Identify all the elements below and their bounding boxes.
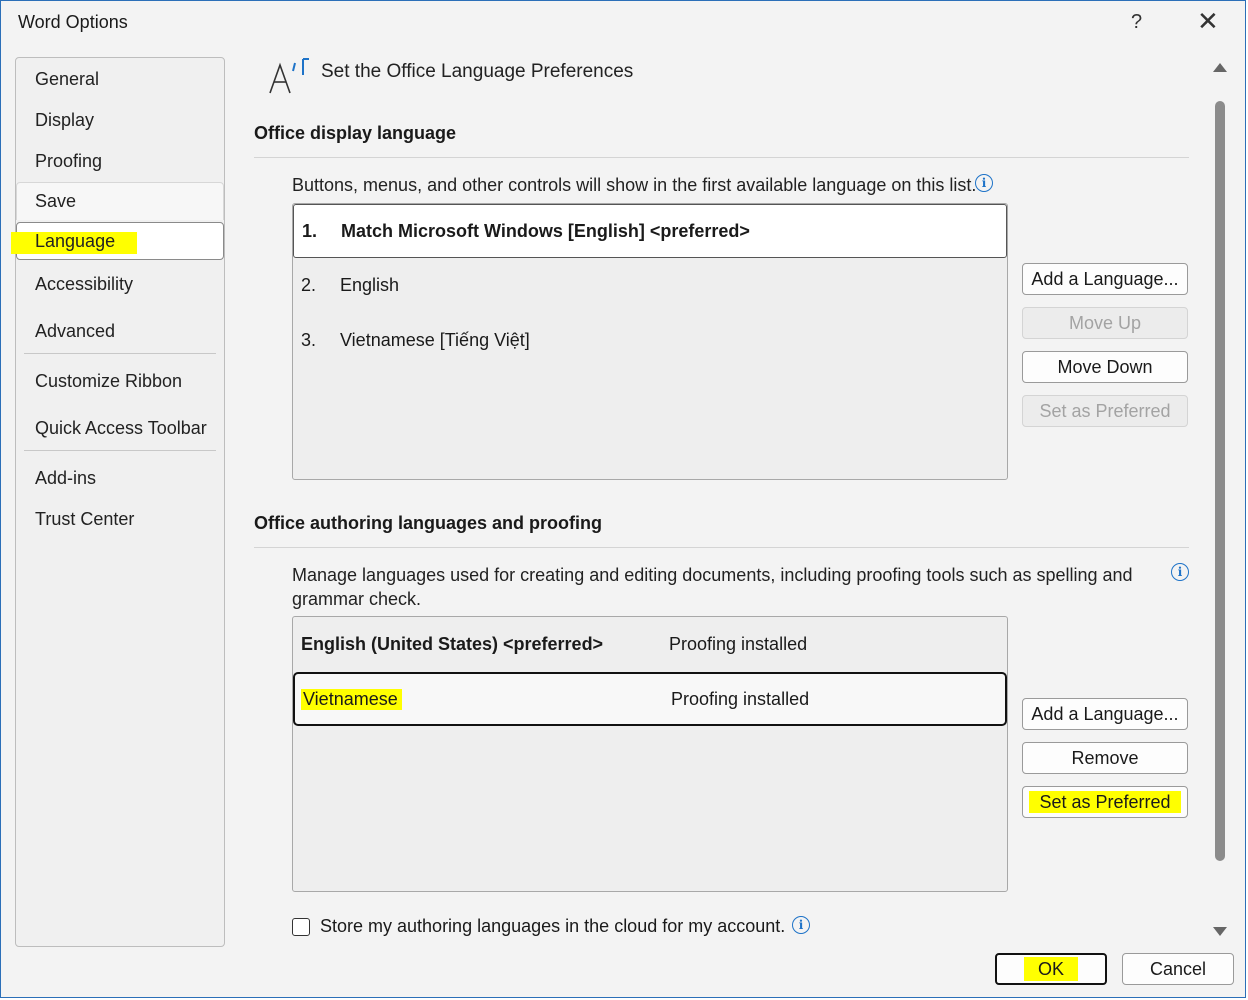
- set-authoring-preferred-button[interactable]: Set as Preferred: [1022, 786, 1188, 818]
- list-item-number: 3.: [301, 330, 317, 350]
- add-display-language-button[interactable]: Add a Language...: [1022, 263, 1188, 295]
- authoring-language-heading: Office authoring languages and proofing: [254, 513, 603, 533]
- sidebar-item-add-ins[interactable]: Add-ins: [17, 459, 223, 497]
- info-icon[interactable]: i: [975, 174, 993, 192]
- sidebar-item-label: General: [35, 69, 100, 89]
- sidebar-item-label: Display: [35, 110, 95, 130]
- scroll-thumb[interactable]: [1215, 101, 1225, 861]
- info-icon[interactable]: i: [1171, 563, 1189, 581]
- sidebar-item-label: Trust Center: [35, 509, 135, 529]
- sidebar-item-quick-access-toolbar[interactable]: Quick Access Toolbar: [17, 409, 223, 447]
- list-item[interactable]: 2. English: [293, 259, 1007, 313]
- sidebar-item-display[interactable]: Display: [17, 101, 223, 139]
- sidebar-divider: [24, 353, 216, 354]
- display-language-description: Buttons, menus, and other controls will …: [292, 175, 977, 195]
- sidebar-item-save[interactable]: Save: [16, 182, 224, 220]
- sidebar-item-customize-ribbon[interactable]: Customize Ribbon: [17, 362, 223, 400]
- sidebar-item-trust-center[interactable]: Trust Center: [17, 500, 223, 538]
- list-item-label: Vietnamese [Tiếng Việt]: [340, 330, 530, 350]
- list-item-number: 2.: [301, 275, 317, 295]
- sidebar-item-label: Save: [35, 191, 77, 211]
- list-item-label: Match Microsoft Windows [English] <prefe…: [341, 221, 750, 241]
- cloud-store-label: Store my authoring languages in the clou…: [320, 916, 786, 936]
- list-item[interactable]: Vietnamese Proofing installed: [293, 672, 1007, 726]
- sidebar-divider: [24, 450, 216, 451]
- sidebar-item-label: Proofing: [35, 151, 103, 171]
- close-button[interactable]: ✕: [1197, 7, 1219, 35]
- window-title: Word Options: [18, 12, 128, 32]
- scroll-up-arrow-icon[interactable]: [1213, 63, 1227, 72]
- set-display-preferred-button[interactable]: Set as Preferred: [1022, 395, 1188, 427]
- word-options-dialog: Word Options ? ✕ General Display Proofin…: [0, 0, 1246, 998]
- display-language-heading: Office display language: [254, 123, 457, 143]
- sidebar-item-label: Language: [35, 231, 116, 251]
- authoring-language-description: Manage languages used for creating and e…: [292, 565, 1133, 609]
- display-language-list[interactable]: 1. Match Microsoft Windows [English] <pr…: [292, 203, 1008, 480]
- list-item-status: Proofing installed: [671, 689, 810, 709]
- ok-label: OK: [1023, 957, 1078, 981]
- list-item-number: 1.: [302, 221, 318, 241]
- sidebar-item-proofing[interactable]: Proofing: [17, 142, 223, 180]
- remove-button[interactable]: Remove: [1022, 742, 1188, 774]
- move-up-button[interactable]: Move Up: [1022, 307, 1188, 339]
- add-authoring-language-button[interactable]: Add a Language...: [1022, 698, 1188, 730]
- set-preferred-label: Set as Preferred: [1029, 791, 1181, 813]
- sidebar-item-advanced[interactable]: Advanced: [17, 312, 223, 350]
- cloud-store-checkbox[interactable]: [292, 918, 310, 936]
- list-item[interactable]: 3. Vietnamese [Tiếng Việt]: [293, 314, 1007, 368]
- section-divider: [254, 157, 1189, 158]
- language-icon: [269, 58, 309, 94]
- sidebar-item-label: Quick Access Toolbar: [35, 418, 207, 438]
- scroll-down-arrow-icon[interactable]: [1213, 927, 1227, 936]
- sidebar-item-accessibility[interactable]: Accessibility: [17, 265, 223, 303]
- sidebar-item-label: Advanced: [35, 321, 116, 341]
- sidebar-item-label: Accessibility: [35, 274, 134, 294]
- list-item-status: Proofing installed: [669, 634, 808, 654]
- list-item-label: English: [340, 275, 400, 295]
- options-sidebar: General Display Proofing Save Language A…: [11, 57, 225, 947]
- language-page: Set the Office Language Preferences Offi…: [241, 45, 1211, 945]
- list-item-label: English (United States) <preferred>: [301, 634, 604, 654]
- title-bar: Word Options ? ✕: [1, 1, 1245, 45]
- move-down-button[interactable]: Move Down: [1022, 351, 1188, 383]
- info-icon[interactable]: i: [792, 916, 810, 934]
- sidebar-item-language[interactable]: Language: [11, 222, 224, 260]
- list-item[interactable]: 1. Match Microsoft Windows [English] <pr…: [293, 204, 1007, 258]
- section-divider: [254, 547, 1189, 548]
- authoring-language-list[interactable]: English (United States) <preferred> Proo…: [292, 616, 1008, 892]
- sidebar-item-label: Add-ins: [35, 468, 97, 488]
- page-title: Set the Office Language Preferences: [321, 61, 634, 82]
- ok-button[interactable]: OK: [995, 953, 1107, 985]
- list-item-label: Vietnamese: [301, 689, 402, 710]
- list-item[interactable]: English (United States) <preferred> Proo…: [293, 618, 1007, 672]
- help-button[interactable]: ?: [1131, 11, 1142, 34]
- sidebar-item-label: Customize Ribbon: [35, 371, 183, 391]
- vertical-scrollbar[interactable]: [1209, 57, 1233, 945]
- cancel-button[interactable]: Cancel: [1122, 953, 1234, 985]
- sidebar-item-general[interactable]: General: [17, 60, 223, 98]
